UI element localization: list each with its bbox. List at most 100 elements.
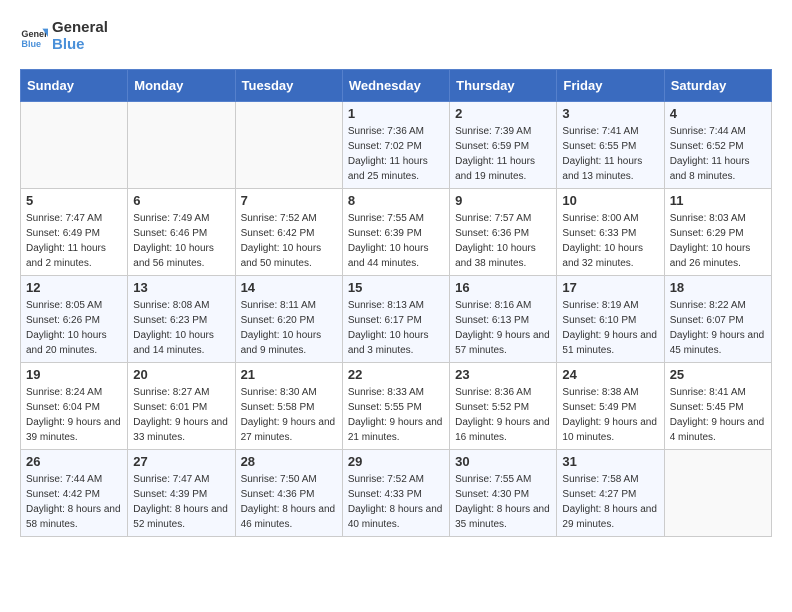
day-number: 22 [348, 367, 444, 382]
day-number: 5 [26, 193, 122, 208]
day-number: 11 [670, 193, 766, 208]
day-info: Sunrise: 7:36 AMSunset: 7:02 PMDaylight:… [348, 124, 444, 184]
logo: General Blue General Blue [20, 20, 108, 53]
calendar-cell: 2 Sunrise: 7:39 AMSunset: 6:59 PMDaylight… [450, 102, 557, 189]
day-info: Sunrise: 8:27 AMSunset: 6:01 PMDaylight:… [133, 385, 229, 445]
calendar-cell: 10Sunrise: 8:00 AMSunset: 6:33 PMDayligh… [557, 189, 664, 276]
calendar-week-1: 1Sunrise: 7:36 AMSunset: 7:02 PMDaylight… [21, 102, 772, 189]
calendar-cell: 23Sunrise: 8:36 AMSunset: 5:52 PMDayligh… [450, 363, 557, 450]
calendar-cell: 12 Sunrise: 8:05 AMSunset: 6:26 PMDayligh… [21, 276, 128, 363]
day-number: 17 [562, 280, 658, 295]
calendar-cell: 3Sunrise: 7:41 AMSunset: 6:55 PMDaylight… [557, 102, 664, 189]
day-number: 9 [455, 193, 551, 208]
calendar-cell: 19Sunrise: 8:24 AMSunset: 6:04 PMDayligh… [21, 363, 128, 450]
calendar-cell: 20 Sunrise: 8:27 AMSunset: 6:01 PMDayligh… [128, 363, 235, 450]
calendar-cell [128, 102, 235, 189]
day-number: 14 [241, 280, 337, 295]
calendar-cell: 26 Sunrise: 7:44 AMSunset: 4:42 PMDayligh… [21, 450, 128, 537]
day-info: Sunrise: 8:11 AMSunset: 6:20 PMDaylight:… [241, 298, 337, 358]
calendar-cell: 16Sunrise: 8:16 AMSunset: 6:13 PMDayligh… [450, 276, 557, 363]
day-info: Sunrise: 7:57 AMSunset: 6:36 PMDaylight:… [455, 211, 551, 271]
day-number: 20 [133, 367, 229, 382]
calendar-cell: 7 Sunrise: 7:52 AMSunset: 6:42 PMDaylight… [235, 189, 342, 276]
calendar-cell: 31 Sunrise: 7:58 AMSunset: 4:27 PMDayligh… [557, 450, 664, 537]
day-info: Sunrise: 8:08 AMSunset: 6:23 PMDaylight:… [133, 298, 229, 358]
day-info: Sunrise: 8:16 AMSunset: 6:13 PMDaylight:… [455, 298, 551, 358]
svg-text:Blue: Blue [21, 38, 41, 48]
day-info: Sunrise: 8:22 AMSunset: 6:07 PMDaylight:… [670, 298, 766, 358]
day-info: Sunrise: 8:13 AMSunset: 6:17 PMDaylight:… [348, 298, 444, 358]
day-number: 29 [348, 454, 444, 469]
calendar-cell: 17 Sunrise: 8:19 AMSunset: 6:10 PMDayligh… [557, 276, 664, 363]
calendar-cell: 18 Sunrise: 8:22 AMSunset: 6:07 PMDayligh… [664, 276, 771, 363]
day-number: 19 [26, 367, 122, 382]
day-number: 21 [241, 367, 337, 382]
calendar-cell: 8 Sunrise: 7:55 AMSunset: 6:39 PMDaylight… [342, 189, 449, 276]
day-number: 8 [348, 193, 444, 208]
day-number: 6 [133, 193, 229, 208]
day-number: 18 [670, 280, 766, 295]
calendar-table: SundayMondayTuesdayWednesdayThursdayFrid… [20, 69, 772, 537]
day-number: 4 [670, 106, 766, 121]
day-number: 2 [455, 106, 551, 121]
weekday-header-friday: Friday [557, 70, 664, 102]
calendar-cell: 4Sunrise: 7:44 AMSunset: 6:52 PMDaylight… [664, 102, 771, 189]
calendar-cell: 6 Sunrise: 7:49 AMSunset: 6:46 PMDaylight… [128, 189, 235, 276]
day-info: Sunrise: 8:33 AMSunset: 5:55 PMDaylight:… [348, 385, 444, 445]
calendar-cell: 27Sunrise: 7:47 AMSunset: 4:39 PMDayligh… [128, 450, 235, 537]
day-info: Sunrise: 7:50 AMSunset: 4:36 PMDaylight:… [241, 472, 337, 532]
day-number: 26 [26, 454, 122, 469]
calendar-header-row: SundayMondayTuesdayWednesdayThursdayFrid… [21, 70, 772, 102]
day-info: Sunrise: 8:03 AMSunset: 6:29 PMDaylight:… [670, 211, 766, 271]
weekday-header-sunday: Sunday [21, 70, 128, 102]
calendar-week-4: 19Sunrise: 8:24 AMSunset: 6:04 PMDayligh… [21, 363, 772, 450]
day-number: 15 [348, 280, 444, 295]
day-number: 7 [241, 193, 337, 208]
logo-icon: General Blue [20, 23, 48, 51]
day-number: 10 [562, 193, 658, 208]
calendar-cell: 29 Sunrise: 7:52 AMSunset: 4:33 PMDayligh… [342, 450, 449, 537]
day-number: 23 [455, 367, 551, 382]
day-info: Sunrise: 8:05 AMSunset: 6:26 PMDaylight:… [26, 298, 122, 358]
day-info: Sunrise: 7:47 AMSunset: 6:49 PMDaylight:… [26, 211, 122, 271]
day-info: Sunrise: 7:44 AMSunset: 4:42 PMDaylight:… [26, 472, 122, 532]
day-number: 28 [241, 454, 337, 469]
calendar-cell: 15 Sunrise: 8:13 AMSunset: 6:17 PMDayligh… [342, 276, 449, 363]
calendar-cell: 24 Sunrise: 8:38 AMSunset: 5:49 PMDayligh… [557, 363, 664, 450]
calendar-week-5: 26 Sunrise: 7:44 AMSunset: 4:42 PMDayligh… [21, 450, 772, 537]
calendar-cell [235, 102, 342, 189]
calendar-cell: 14 Sunrise: 8:11 AMSunset: 6:20 PMDayligh… [235, 276, 342, 363]
calendar-cell: 5 Sunrise: 7:47 AMSunset: 6:49 PMDaylight… [21, 189, 128, 276]
calendar-cell: 1Sunrise: 7:36 AMSunset: 7:02 PMDaylight… [342, 102, 449, 189]
calendar-cell: 30Sunrise: 7:55 AMSunset: 4:30 PMDayligh… [450, 450, 557, 537]
day-info: Sunrise: 7:47 AMSunset: 4:39 PMDaylight:… [133, 472, 229, 532]
day-info: Sunrise: 8:38 AMSunset: 5:49 PMDaylight:… [562, 385, 658, 445]
day-info: Sunrise: 7:58 AMSunset: 4:27 PMDaylight:… [562, 472, 658, 532]
day-number: 12 [26, 280, 122, 295]
calendar-cell: 28 Sunrise: 7:50 AMSunset: 4:36 PMDayligh… [235, 450, 342, 537]
calendar-cell: 22 Sunrise: 8:33 AMSunset: 5:55 PMDayligh… [342, 363, 449, 450]
day-info: Sunrise: 7:39 AMSunset: 6:59 PMDaylight:… [455, 124, 551, 184]
calendar-cell: 13Sunrise: 8:08 AMSunset: 6:23 PMDayligh… [128, 276, 235, 363]
day-info: Sunrise: 7:52 AMSunset: 6:42 PMDaylight:… [241, 211, 337, 271]
day-info: Sunrise: 7:55 AMSunset: 6:39 PMDaylight:… [348, 211, 444, 271]
weekday-header-thursday: Thursday [450, 70, 557, 102]
day-info: Sunrise: 7:52 AMSunset: 4:33 PMDaylight:… [348, 472, 444, 532]
calendar-cell: 25Sunrise: 8:41 AMSunset: 5:45 PMDayligh… [664, 363, 771, 450]
day-number: 31 [562, 454, 658, 469]
day-number: 24 [562, 367, 658, 382]
logo-blue-text: Blue [52, 37, 108, 54]
day-info: Sunrise: 8:19 AMSunset: 6:10 PMDaylight:… [562, 298, 658, 358]
day-info: Sunrise: 7:49 AMSunset: 6:46 PMDaylight:… [133, 211, 229, 271]
weekday-header-wednesday: Wednesday [342, 70, 449, 102]
weekday-header-saturday: Saturday [664, 70, 771, 102]
calendar-week-3: 12 Sunrise: 8:05 AMSunset: 6:26 PMDayligh… [21, 276, 772, 363]
day-info: Sunrise: 8:30 AMSunset: 5:58 PMDaylight:… [241, 385, 337, 445]
calendar-cell: 21 Sunrise: 8:30 AMSunset: 5:58 PMDayligh… [235, 363, 342, 450]
calendar-cell: 11 Sunrise: 8:03 AMSunset: 6:29 PMDayligh… [664, 189, 771, 276]
calendar-cell [21, 102, 128, 189]
calendar-cell: 9 Sunrise: 7:57 AMSunset: 6:36 PMDaylight… [450, 189, 557, 276]
day-number: 3 [562, 106, 658, 121]
page-header: General Blue General Blue [20, 20, 772, 53]
day-number: 30 [455, 454, 551, 469]
